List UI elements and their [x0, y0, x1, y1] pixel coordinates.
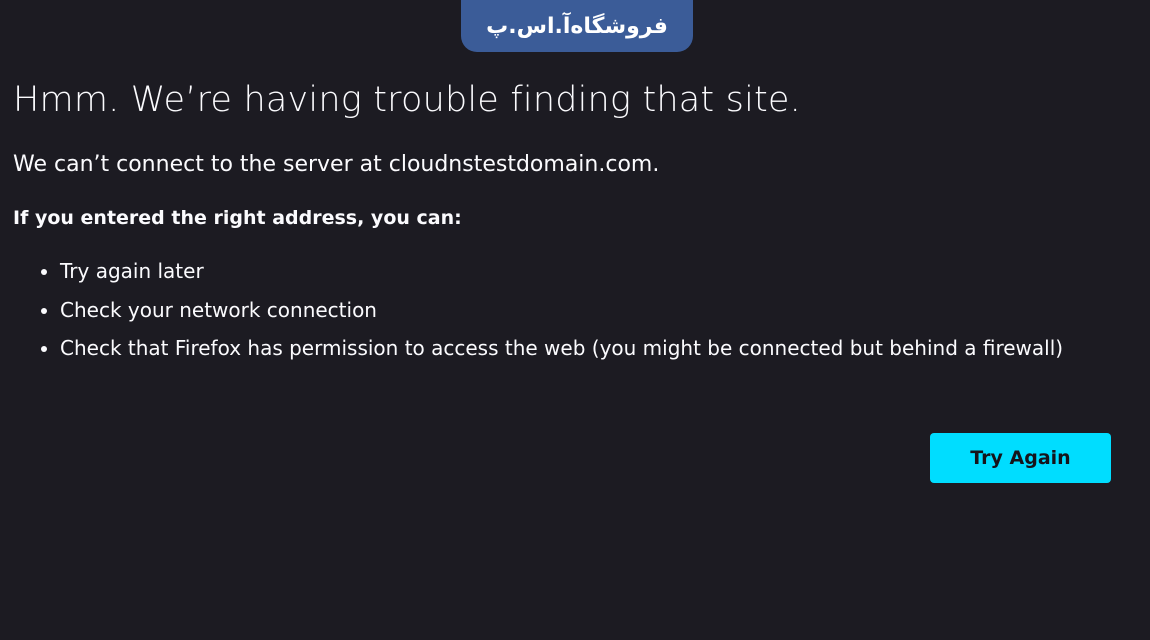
suggestion-item: Check your network connection	[60, 291, 1133, 330]
error-page: فروشگاه‌آ.اس.پ Hmm. We’re having trouble…	[0, 0, 1150, 640]
error-content: Hmm. We’re having trouble finding that s…	[13, 72, 1133, 368]
try-again-button[interactable]: Try Again	[930, 433, 1111, 483]
suggestions-list: Try again later Check your network conne…	[13, 252, 1133, 368]
watermark-badge: فروشگاه‌آ.اس.پ	[461, 0, 693, 52]
error-description: We can’t connect to the server at cloudn…	[13, 152, 660, 177]
suggestions-heading: If you entered the right address, you ca…	[13, 207, 462, 229]
suggestion-item: Check that Firefox has permission to acc…	[60, 329, 1133, 368]
page-title: Hmm. We’re having trouble finding that s…	[13, 80, 801, 120]
suggestion-item: Try again later	[60, 252, 1133, 291]
